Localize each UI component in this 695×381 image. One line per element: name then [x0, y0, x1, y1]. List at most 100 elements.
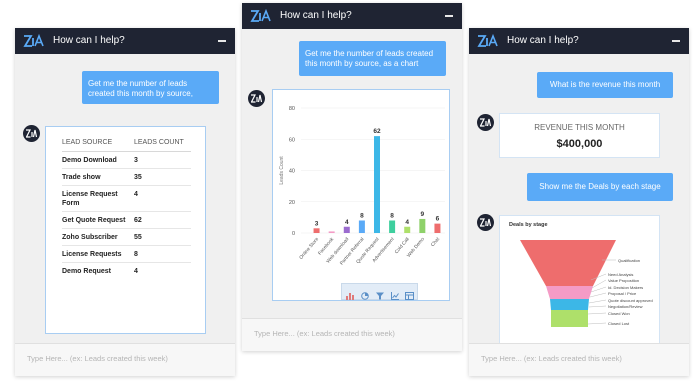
funnel-icon[interactable]	[376, 287, 384, 300]
minimize-icon[interactable]	[218, 40, 226, 42]
zia-avatar-icon	[477, 114, 494, 131]
chat-input-bar[interactable]: Type Here... (ex: Leads created this wee…	[15, 343, 235, 376]
user-message-text: Get me the number of leads created this …	[305, 49, 434, 68]
bar	[343, 226, 350, 233]
chat-title: How can I help?	[280, 10, 352, 21]
lead-source-cell: Demo Download	[62, 151, 134, 169]
leads-table: LEAD SOURCE LEADS COUNT Demo Download 3 T…	[62, 133, 191, 279]
user-message-bubble: Get me the number of leads created this …	[82, 71, 219, 104]
y-tick-label: 20	[289, 200, 295, 206]
leads-count-cell: 35	[134, 168, 191, 186]
y-tick-label: 60	[289, 137, 295, 143]
bar	[313, 228, 320, 233]
data-label: 8	[360, 213, 364, 220]
y-axis-title: Leads Count	[279, 156, 285, 185]
funnel-stage-label: Need Analysis	[608, 272, 634, 277]
user-message-bubble: Get me the number of leads created this …	[299, 41, 446, 76]
chat-header: How can I help?	[469, 28, 689, 54]
revenue-card: REVENUE THIS MONTH $400,000	[499, 113, 660, 158]
chat-header: How can I help?	[15, 28, 235, 54]
revenue-label: REVENUE THIS MONTH	[534, 123, 625, 132]
data-label: 8	[390, 213, 394, 220]
lead-source-cell: Zoho Subscriber	[62, 228, 134, 246]
funnel-segment-value-proposition	[546, 286, 593, 299]
leads-table-card: LEAD SOURCE LEADS COUNT Demo Download 3 T…	[45, 126, 206, 334]
table-icon[interactable]	[405, 287, 414, 300]
table-row: License Requests 8	[62, 245, 191, 263]
data-label: 4	[405, 219, 409, 226]
funnel-card: Deals by stage Qualification Need Analys…	[499, 215, 660, 355]
pie-chart-icon[interactable]	[361, 287, 369, 300]
leads-count-cell: 8	[134, 245, 191, 263]
chat-panel-table: How can I help? Get me the number of lea…	[15, 28, 235, 376]
minimize-icon[interactable]	[445, 15, 453, 17]
bar	[434, 223, 441, 233]
funnel-stage-label: Quote discount approved	[608, 298, 653, 303]
funnel-stage-label: Closed Won	[608, 311, 630, 316]
user-message-text: Get me the number of leads created this …	[88, 79, 193, 98]
zia-logo-icon	[477, 33, 499, 49]
chat-input-placeholder[interactable]: Type Here... (ex: Leads created this wee…	[27, 354, 168, 363]
zia-avatar-icon	[23, 125, 40, 142]
chat-input-placeholder[interactable]: Type Here... (ex: Leads created this wee…	[254, 329, 395, 338]
leads-count-cell: 62	[134, 211, 191, 229]
line-chart-icon[interactable]	[391, 287, 399, 300]
zia-logo-icon	[23, 33, 45, 49]
chart-card: 0 20 40 60 80 Leads Count 3 Online Store Faceboo…	[272, 89, 450, 301]
chat-title: How can I help?	[53, 35, 125, 46]
table-row: Demo Request 4	[62, 263, 191, 280]
funnel-title: Deals by stage	[509, 222, 548, 228]
y-tick-label: 40	[289, 169, 295, 175]
leads-bar-chart: 020406080Leads Count3Online StoreFaceboo…	[279, 106, 445, 266]
table-row: Trade show 35	[62, 168, 191, 186]
lead-source-cell: Trade show	[62, 168, 134, 186]
zia-avatar-icon	[477, 214, 494, 231]
lead-source-cell: Demo Request	[62, 268, 112, 275]
funnel-stage-label: Proposal / Price	[608, 291, 637, 296]
table-header-row: LEAD SOURCE LEADS COUNT	[62, 133, 191, 152]
bar	[374, 136, 380, 233]
table-row: Get Quote Request 62	[62, 211, 191, 229]
bar-chart-icon[interactable]	[346, 287, 354, 300]
table-row: Zoho Subscriber 55	[62, 228, 191, 246]
chat-panel-revenue: How can I help? What is the revenue this…	[469, 28, 689, 376]
x-tick-label: Online Store	[298, 236, 320, 261]
column-header: LEAD SOURCE	[62, 133, 134, 152]
data-label: 62	[373, 128, 381, 135]
funnel-stage-label: Id. Decision Makers	[608, 285, 644, 290]
data-label: 9	[421, 211, 425, 218]
data-label: 4	[345, 219, 349, 226]
minimize-icon[interactable]	[672, 40, 680, 42]
funnel-stage-label: Negotiation/Review	[608, 304, 643, 309]
funnel-stage-label: Closed Lost	[608, 321, 630, 326]
chat-input-bar[interactable]: Type Here... (ex: Leads created this wee…	[469, 343, 689, 376]
zia-avatar-icon	[248, 90, 265, 107]
bar	[404, 226, 411, 233]
funnel-segment-proposal	[550, 299, 589, 310]
lead-source-cell: Get Quote Request	[62, 211, 134, 229]
user-message-bubble: What is the revenue this month	[537, 72, 673, 98]
leads-count-cell: 4	[134, 185, 191, 212]
chat-input-placeholder[interactable]: Type Here... (ex: Leads created this wee…	[481, 354, 622, 363]
leads-count-cell: 55	[134, 228, 191, 246]
data-label: 3	[315, 220, 319, 227]
lead-source-cell: License Requests	[62, 245, 134, 263]
chat-title: How can I help?	[507, 35, 579, 46]
bar	[389, 220, 396, 233]
funnel-stage-label: Value Proposition	[608, 278, 640, 283]
leads-count-cell: 3	[134, 151, 191, 169]
user-message-bubble: Show me the Deals by each stage	[527, 173, 673, 201]
funnel-stage-label: Qualification	[618, 258, 641, 263]
y-tick-label: 80	[289, 106, 295, 112]
table-row: Demo Download 3	[62, 151, 191, 169]
chat-header: How can I help?	[242, 3, 462, 29]
funnel-segment-closed	[551, 310, 588, 327]
chat-panel-chart: How can I help? Get me the number of lea…	[242, 3, 462, 351]
chat-input-bar[interactable]: Type Here... (ex: Leads created this wee…	[242, 318, 462, 351]
lead-source-cell: License Request Form	[62, 185, 134, 212]
user-message-text: What is the revenue this month	[549, 80, 661, 89]
funnel-segment-qualification	[520, 240, 616, 286]
y-tick-label: 0	[292, 231, 295, 237]
bar	[328, 231, 335, 233]
bar	[358, 220, 365, 233]
